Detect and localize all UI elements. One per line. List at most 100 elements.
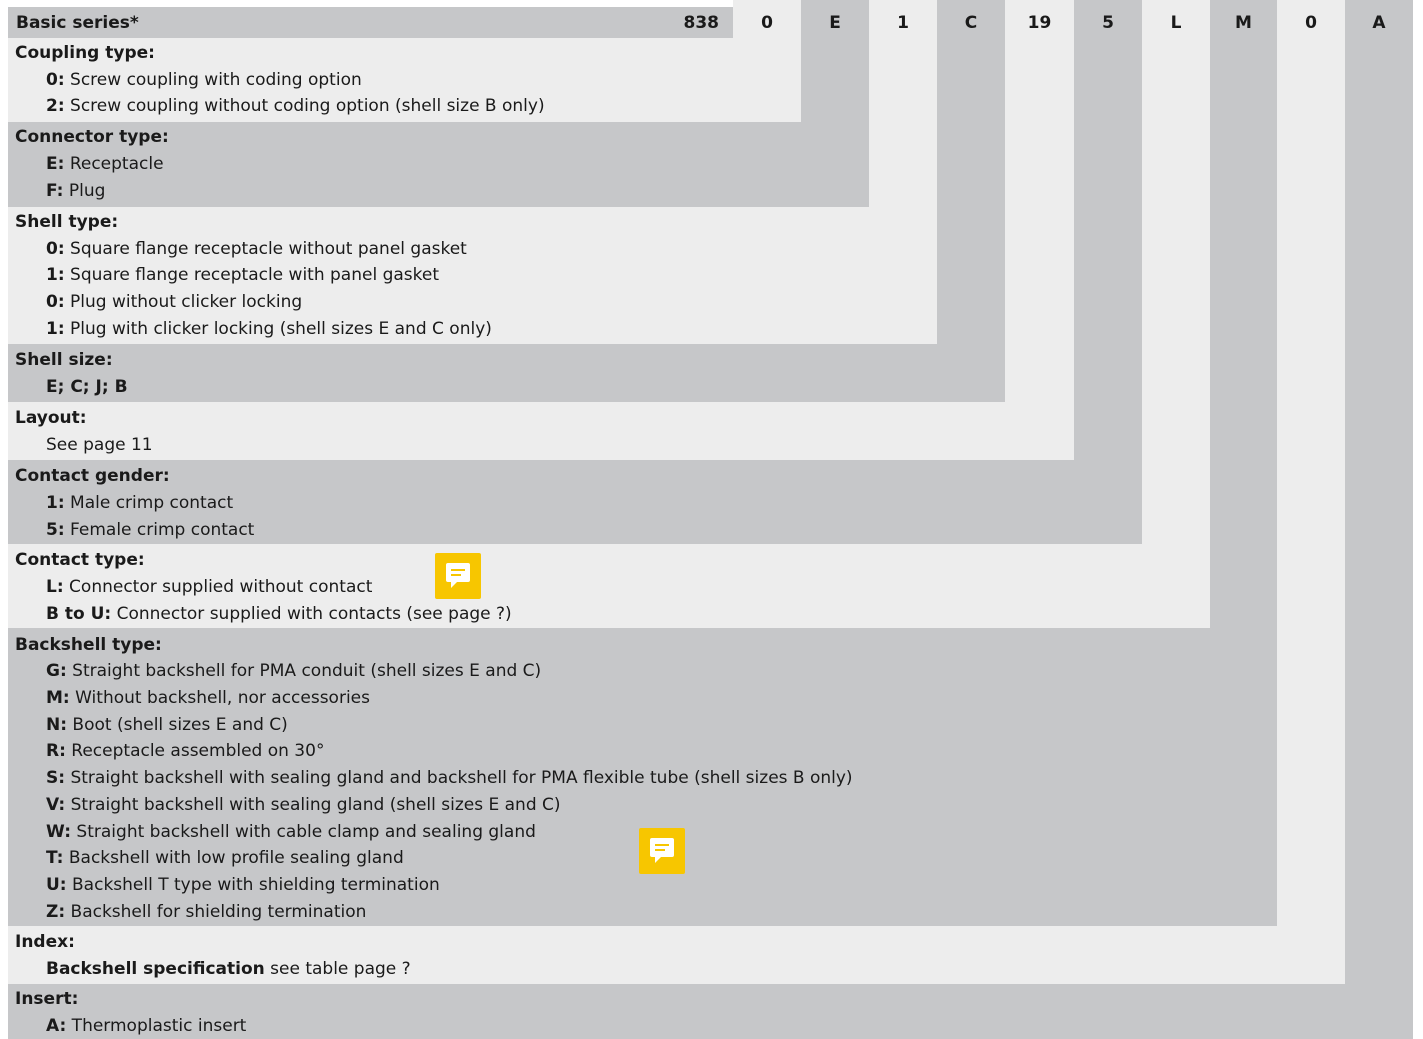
column-E-fill [801,38,869,122]
list-item: G: Straight backshell for PMA conduit (s… [46,661,541,681]
section-title: Shell type: [15,212,119,232]
header-base-code: 838 [683,13,720,33]
list-item: A: Thermoplastic insert [46,1016,246,1036]
section-insert: Insert: A: Thermoplastic insert [8,984,1413,1039]
option-text: Backshell for shielding termination [65,902,367,922]
option-text: Straight backshell with sealing gland an… [65,768,853,788]
list-item: S: Straight backshell with sealing gland… [46,768,853,788]
list-item: W: Straight backshell with cable clamp a… [46,822,536,842]
list-item: V: Straight backshell with sealing gland… [46,795,561,815]
list-item: 1: Square flange receptacle with panel g… [46,265,439,285]
option-text: Male crimp contact [64,493,234,513]
option-code: E; C; J; B [46,377,128,397]
option-code: Z: [46,902,66,922]
option-code: N: [46,715,68,735]
option-code: A: [46,1016,67,1036]
option-text: Backshell with low profile sealing gland [63,848,404,868]
section-shell-type: Shell type: 0: Square flange receptacle … [8,207,937,344]
option-text: Receptacle assembled on 30° [65,741,325,761]
option-text: Plug with clicker locking (shell sizes E… [64,319,492,339]
option-code: 2: [46,96,65,116]
option-code: F: [46,181,64,201]
option-text: Straight backshell for PMA conduit (shel… [66,661,542,681]
header-code: C [964,12,978,33]
header-code: 5 [1102,12,1114,33]
option-code: 1: [46,493,65,513]
list-item: M: Without backshell, nor accessories [46,688,370,708]
section-index: Index: Backshell specification see table… [8,926,1345,984]
option-code: 1: [46,319,65,339]
list-item: B to U: Connector supplied with contacts… [46,604,512,624]
list-item: 2: Screw coupling without coding option … [46,96,545,116]
section-title: Coupling type: [15,43,155,63]
list-item: 0: Screw coupling with coding option [46,70,362,90]
option-text: See page 11 [46,435,153,455]
list-item: 1: Male crimp contact [46,493,233,513]
option-code: T: [46,848,64,868]
list-item: 1: Plug with clicker locking (shell size… [46,319,492,339]
section-title: Insert: [15,989,79,1009]
option-text: Screw coupling without coding option (sh… [64,96,545,116]
comment-icon[interactable] [639,828,685,874]
column-0b [1277,0,1345,1039]
option-text: Square flange receptacle with panel gask… [64,265,440,285]
list-item: U: Backshell T type with shielding termi… [46,875,440,895]
header-code: 1 [897,12,909,33]
option-text: Square flange receptacle without panel g… [64,239,467,259]
option-text: Boot (shell sizes E and C) [67,715,288,735]
option-code: L: [46,577,64,597]
option-code: 5: [46,520,65,540]
option-text: Straight backshell with cable clamp and … [71,822,536,842]
section-contact-gender: Contact gender: 1: Male crimp contact 5:… [8,460,1142,544]
list-item: T: Backshell with low profile sealing gl… [46,848,404,868]
comment-icon[interactable] [435,553,481,599]
section-contact-type: Contact type: L: Connector supplied with… [8,544,1210,628]
header-title: Basic series* [16,13,139,33]
option-text: Thermoplastic insert [66,1016,247,1036]
option-text: Female crimp contact [64,520,255,540]
section-title: Connector type: [15,127,169,147]
list-item: F: Plug [46,181,105,201]
list-item: R: Receptacle assembled on 30° [46,741,324,761]
header-code: E [829,12,841,33]
option-text: Without backshell, nor accessories [69,688,370,708]
list-item: E: Receptacle [46,154,164,174]
list-item: See page 11 [46,435,153,455]
list-item: N: Boot (shell sizes E and C) [46,715,288,735]
option-code: G: [46,661,67,681]
option-text: Backshell T type with shielding terminat… [66,875,440,895]
list-item: 5: Female crimp contact [46,520,254,540]
section-title: Contact type: [15,550,145,570]
option-text: Screw coupling with coding option [64,70,362,90]
section-backshell-type: Backshell type: G: Straight backshell fo… [8,628,1277,926]
option-text: Connector supplied with contacts (see pa… [111,604,512,624]
section-connector-type: Connector type: E: Receptacle F: Plug [8,122,869,207]
option-code: 0: [46,292,65,312]
list-item: Z: Backshell for shielding termination [46,902,366,922]
option-code: R: [46,741,66,761]
option-code: E: [46,154,65,174]
option-code: V: [46,795,66,815]
option-text: Plug [63,181,106,201]
option-code: Backshell specification [46,959,265,979]
header-code: 0 [1305,12,1317,33]
option-code: B to U: [46,604,112,624]
column-A [1345,0,1413,1039]
section-title: Layout: [15,408,87,428]
option-code: 1: [46,265,65,285]
option-code: U: [46,875,67,895]
header-code: 0 [761,12,773,33]
option-code: W: [46,822,72,842]
section-shell-size: Shell size: E; C; J; B [8,344,1005,402]
option-text: Receptacle [64,154,164,174]
header-code: L [1170,12,1182,33]
option-text: Plug without clicker locking [64,292,303,312]
header-code: 19 [1027,12,1052,33]
section-title: Index: [15,932,75,952]
header-basic-series: Basic series* 838 [8,7,733,38]
list-item: 0: Square flange receptacle without pane… [46,239,467,259]
section-title: Contact gender: [15,466,170,486]
list-item: 0: Plug without clicker locking [46,292,302,312]
option-text: Straight backshell with sealing gland (s… [65,795,561,815]
option-code: M: [46,688,70,708]
